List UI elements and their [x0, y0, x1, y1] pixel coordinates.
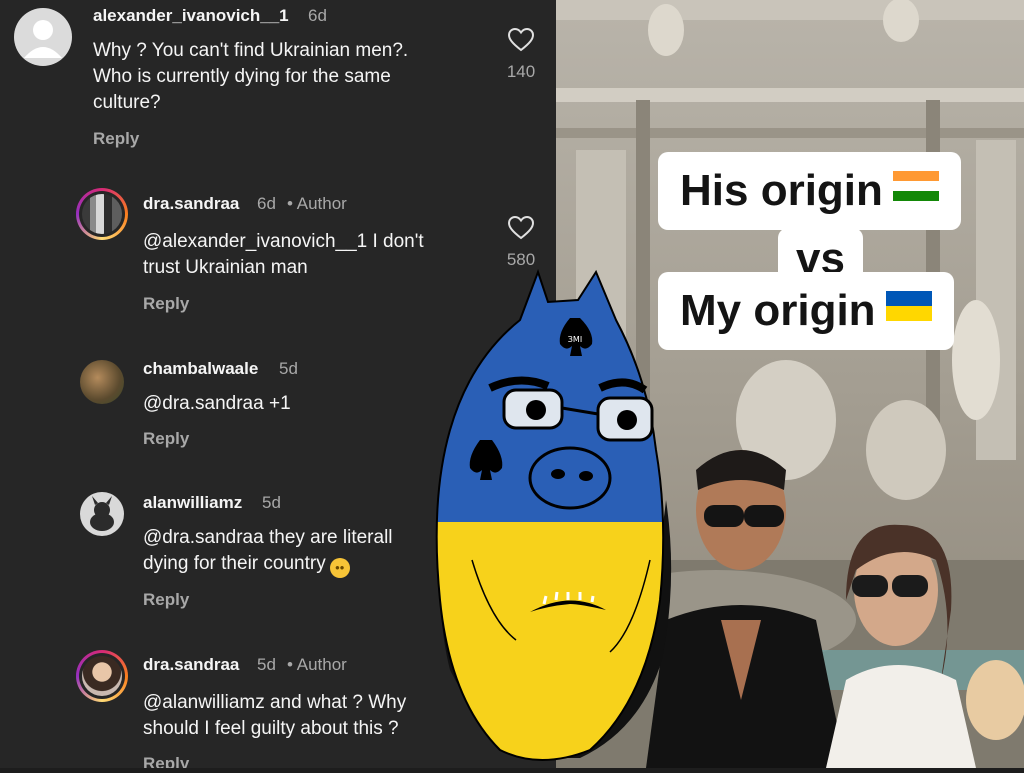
avatar: [82, 656, 122, 696]
comment-text: @alanwilliamz and what ? Why should I fe…: [143, 690, 406, 742]
unamused-face-emoji: ••: [329, 558, 350, 578]
comment-text-fragment: dying for their country: [143, 553, 326, 574]
comment-text-line: Who is currently dying for the same: [93, 66, 391, 87]
like-button[interactable]: 140: [496, 28, 546, 82]
comment-username[interactable]: alexander_ivanovich__1: [93, 6, 289, 26]
his-origin-label: His origin: [658, 152, 961, 230]
comment-text-line: @dra.sandraa +1: [143, 393, 291, 414]
story-ring-avatar[interactable]: [76, 188, 128, 240]
overlay-text: His origin: [680, 166, 883, 215]
comment-time: 5d: [279, 359, 298, 378]
comment-username[interactable]: alanwilliamz: [143, 493, 242, 513]
heart-icon[interactable]: [508, 28, 534, 52]
ukraine-mask-drawing: ЗМІ: [420, 260, 690, 768]
comment-text-line: @alexander_ivanovich__1 I don't: [143, 231, 424, 252]
comment-time: 5d: [257, 655, 276, 674]
india-flag-icon: [892, 171, 939, 201]
mask-text: ЗМІ: [568, 335, 582, 344]
heart-icon[interactable]: [508, 216, 534, 240]
ukraine-flag-icon: [885, 291, 932, 321]
comment-text: Why ? You can't find Ukrainian men?. Who…: [93, 38, 408, 116]
my-origin-label: My origin: [658, 272, 954, 350]
reply-button[interactable]: Reply: [143, 429, 189, 449]
comment-time: 6d: [308, 6, 327, 25]
comment-text-line: should I feel guilty about this ?: [143, 718, 399, 739]
photo-avatar[interactable]: [80, 360, 124, 404]
comment-text: @dra.sandraa +1: [143, 391, 291, 417]
comment-username[interactable]: dra.sandraa: [143, 194, 239, 214]
comment-text-line: @alanwilliamz and what ? Why: [143, 692, 407, 713]
comment-text-line: trust Ukrainian man: [143, 257, 308, 278]
comment-text-line: dying for their country ••: [143, 551, 393, 578]
comment-username[interactable]: chambalwaale: [143, 359, 258, 379]
comment-text-line: Why ? You can't find Ukrainian men?.: [93, 40, 409, 61]
overlay-text: My origin: [680, 286, 876, 335]
comment-time: 5d: [262, 493, 281, 512]
reply-button[interactable]: Reply: [93, 129, 139, 149]
comment-text: @dra.sandraa they are literall dying for…: [143, 525, 393, 578]
like-count: 140: [506, 62, 536, 81]
default-user-avatar-icon[interactable]: [14, 8, 72, 66]
reply-button[interactable]: Reply: [143, 294, 189, 314]
avatar: [82, 194, 122, 234]
author-badge: • Author: [287, 655, 347, 674]
comment-username[interactable]: dra.sandraa: [143, 655, 239, 675]
comment-time: 6d: [257, 194, 276, 213]
story-ring-avatar[interactable]: [76, 650, 128, 702]
comment-text-line: culture?: [93, 92, 161, 113]
comment-text: @alexander_ivanovich__1 I don't trust Uk…: [143, 229, 424, 281]
author-badge: • Author: [287, 194, 347, 213]
dog-avatar[interactable]: [80, 492, 124, 536]
reply-button[interactable]: Reply: [143, 754, 189, 768]
reply-button[interactable]: Reply: [143, 590, 189, 610]
comment-text-line: @dra.sandraa they are literall: [143, 527, 393, 548]
